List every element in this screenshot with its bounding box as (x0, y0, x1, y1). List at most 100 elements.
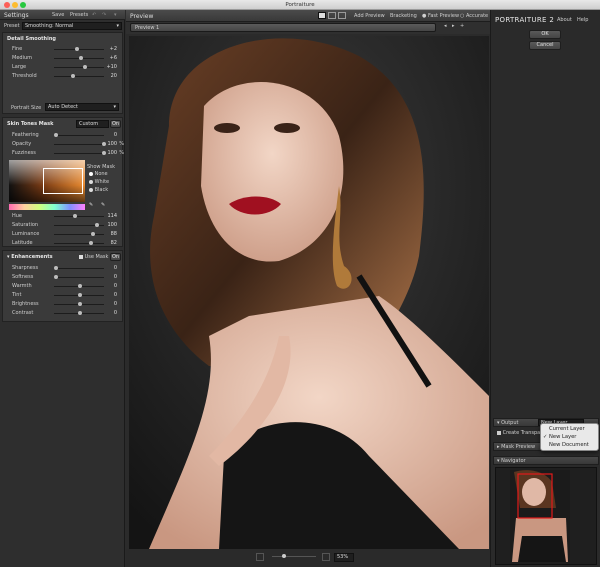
tab-add-icon[interactable]: + (460, 23, 464, 29)
zoom-select[interactable]: 53% (334, 553, 354, 562)
slider-track[interactable] (54, 277, 104, 278)
accurate-radio[interactable]: ○ Accurate (460, 13, 488, 19)
slider-row-hue[interactable]: Hue 114 (9, 212, 121, 220)
split-view-icon[interactable] (328, 12, 336, 19)
undo-icon[interactable]: ↶ (92, 12, 96, 18)
color-picker-field[interactable] (9, 160, 85, 202)
fast-preview-radio[interactable]: ● Fast Preview (422, 13, 459, 19)
slider-value[interactable]: 20 (111, 73, 117, 79)
slider-track[interactable] (54, 234, 104, 235)
slider-row-warmth[interactable]: Warmth 0 (9, 282, 121, 290)
slider-track[interactable] (54, 153, 104, 154)
cancel-button[interactable]: Cancel (529, 41, 561, 50)
tab-preview-1[interactable]: Preview 1 (130, 23, 436, 32)
use-mask-checkbox[interactable]: Use Mask (79, 254, 108, 260)
presets-button[interactable]: Presets (70, 12, 88, 18)
side-by-side-view-icon[interactable] (338, 12, 346, 19)
slider-row-opacity[interactable]: Opacity 100% (9, 140, 124, 148)
slider-value[interactable]: 0 (114, 265, 117, 271)
eyedropper-icon[interactable]: ✎ (89, 202, 93, 208)
slider-row-softness[interactable]: Softness 0 (9, 273, 121, 281)
slider-track[interactable] (54, 144, 104, 145)
preset-select[interactable]: Smoothing: Normal ▾ (22, 22, 122, 30)
slider-knob[interactable] (78, 311, 82, 315)
color-range-box[interactable] (43, 168, 83, 194)
single-view-icon[interactable] (318, 12, 326, 19)
bracketing-button[interactable]: Bracketing (390, 13, 417, 19)
slider-row-large[interactable]: Large +10 (9, 63, 121, 71)
slider-row-fuzziness[interactable]: Fuzziness 100% (9, 149, 124, 157)
slider-track[interactable] (54, 76, 104, 77)
radio-black[interactable]: Black (89, 187, 108, 193)
slider-track[interactable] (54, 67, 104, 68)
slider-knob[interactable] (102, 151, 106, 155)
slider-row-medium[interactable]: Medium +6 (9, 54, 121, 62)
slider-knob[interactable] (83, 65, 87, 69)
slider-knob[interactable] (54, 266, 58, 270)
slider-value[interactable]: 114 (107, 213, 117, 219)
radio-none[interactable]: None (89, 171, 108, 177)
slider-value[interactable]: 100 (107, 150, 117, 156)
slider-value[interactable]: 0 (114, 132, 117, 138)
slider-track[interactable] (54, 135, 104, 136)
slider-row-saturation[interactable]: Saturation 100 (9, 221, 121, 229)
zoom-slider-knob[interactable] (282, 554, 286, 558)
slider-knob[interactable] (91, 232, 95, 236)
slider-knob[interactable] (78, 302, 82, 306)
slider-value[interactable]: 100 (107, 222, 117, 228)
radio-dot[interactable] (89, 171, 93, 176)
slider-row-fine[interactable]: Fine +2 (9, 45, 121, 53)
menu-item-new-layer[interactable]: ✓ New Layer (543, 434, 576, 440)
slider-knob[interactable] (78, 284, 82, 288)
slider-row-luminance[interactable]: Luminance 88 (9, 230, 121, 238)
slider-row-sharpness[interactable]: Sharpness 0 (9, 264, 121, 272)
slider-value[interactable]: +6 (110, 55, 117, 61)
create-transparent-checkbox[interactable]: Create Transpa (497, 430, 540, 436)
checkbox-box[interactable] (79, 254, 83, 259)
slider-row-feathering[interactable]: Feathering 0 (9, 131, 121, 139)
skin-toggle-button[interactable]: On (110, 120, 121, 128)
ok-button[interactable]: OK (529, 30, 561, 39)
zoom-out-icon[interactable] (322, 553, 330, 561)
radio-dot[interactable] (89, 187, 93, 192)
slider-knob[interactable] (89, 241, 93, 245)
radio-dot[interactable] (89, 179, 93, 184)
add-preview-button[interactable]: Add Preview (354, 13, 385, 19)
zoom-fit-icon[interactable] (256, 553, 264, 561)
slider-value[interactable]: 88 (111, 231, 117, 237)
slider-row-contrast[interactable]: Contrast 0 (9, 309, 121, 317)
slider-row-tint[interactable]: Tint 0 (9, 291, 121, 299)
enhancements-toggle-button[interactable]: On (110, 253, 121, 261)
menu-item-new-document[interactable]: New Document (549, 442, 589, 448)
slider-value[interactable]: 0 (114, 301, 117, 307)
slider-knob[interactable] (95, 223, 99, 227)
hue-strip[interactable] (9, 204, 85, 210)
slider-knob[interactable] (75, 47, 79, 51)
slider-track[interactable] (54, 268, 104, 269)
slider-track[interactable] (54, 216, 104, 217)
menu-item-current-layer[interactable]: Current Layer (549, 426, 585, 432)
slider-value[interactable]: 0 (114, 310, 117, 316)
zoom-slider[interactable] (272, 556, 316, 557)
skin-mode-select[interactable]: Custom (76, 120, 109, 128)
about-link[interactable]: About (557, 17, 572, 23)
slider-value[interactable]: +10 (106, 64, 117, 70)
slider-knob[interactable] (78, 293, 82, 297)
slider-value[interactable]: 0 (114, 274, 117, 280)
help-link[interactable]: Help (577, 17, 588, 23)
checkbox-box[interactable] (497, 430, 501, 435)
radio-white[interactable]: White (89, 179, 109, 185)
slider-knob[interactable] (54, 275, 58, 279)
tab-next-icon[interactable]: ▸ (452, 23, 455, 29)
slider-row-brightness[interactable]: Brightness 0 (9, 300, 121, 308)
slider-knob[interactable] (71, 74, 75, 78)
slider-knob[interactable] (54, 133, 58, 137)
slider-knob[interactable] (102, 142, 106, 146)
redo-icon[interactable]: ↷ (102, 12, 106, 18)
menu-icon[interactable]: ▾ (114, 12, 117, 18)
eyedropper-plus-icon[interactable]: ✎ (101, 202, 105, 208)
slider-row-threshold[interactable]: Threshold 20 (9, 72, 121, 80)
tab-prev-icon[interactable]: ◂ (444, 23, 447, 29)
slider-value[interactable]: 100 (107, 141, 117, 147)
portrait-size-select[interactable]: Auto Detect ▾ (45, 103, 119, 111)
